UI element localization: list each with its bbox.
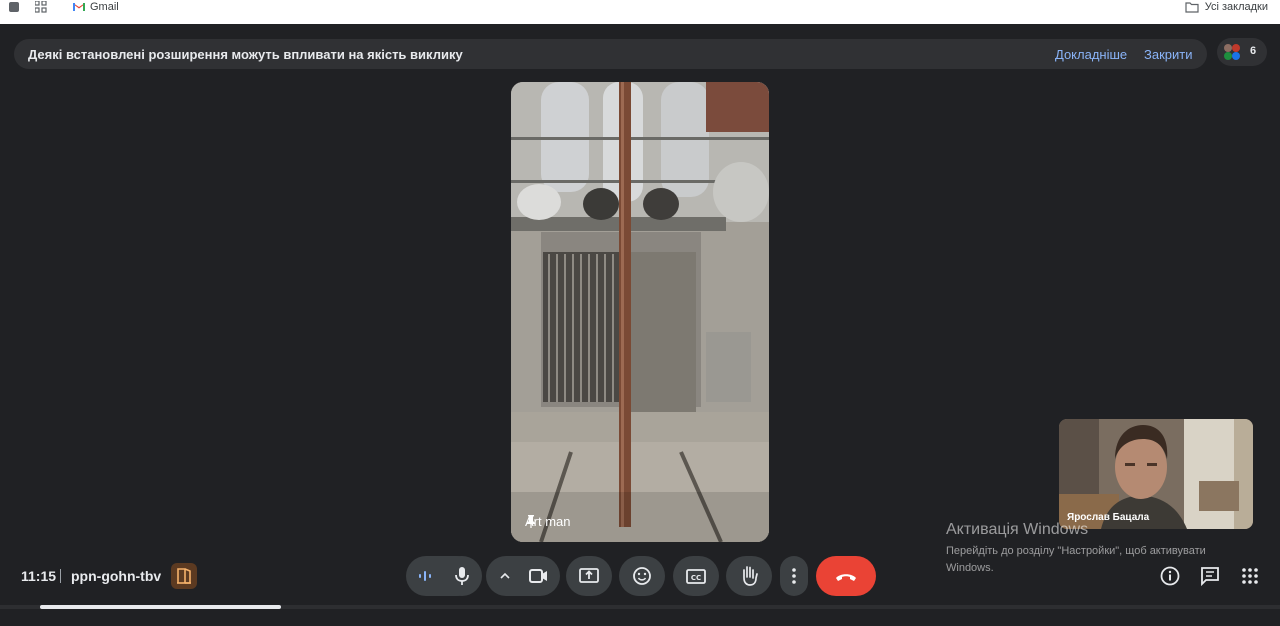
bottom-scroll-thumb[interactable] <box>40 605 281 609</box>
apps-grid-icon[interactable] <box>1239 565 1261 587</box>
microphone-control[interactable] <box>406 556 482 596</box>
mic-icon <box>455 567 469 585</box>
main-video-tile[interactable]: Art man <box>511 82 769 542</box>
extensions-warning-banner: Деякі встановлені розширення можуть впли… <box>14 39 1207 69</box>
raise-hand-button[interactable] <box>726 556 772 596</box>
captions-button[interactable]: CC <box>673 556 719 596</box>
gmail-icon <box>73 3 85 11</box>
more-vertical-icon <box>792 568 796 584</box>
present-screen-icon <box>579 568 599 583</box>
tab-square-icon[interactable] <box>9 2 19 12</box>
host-door-icon <box>177 568 191 584</box>
camera-control[interactable] <box>486 556 560 596</box>
meeting-code[interactable]: ppn-gohn-tbv <box>71 568 161 584</box>
pin-icon[interactable] <box>525 514 537 528</box>
reactions-button[interactable] <box>619 556 665 596</box>
info-icon[interactable] <box>1159 565 1181 587</box>
main-video-name: Art man <box>525 514 571 529</box>
participant-avatars-icon <box>1224 44 1240 60</box>
bookmark-gmail[interactable]: Gmail <box>73 0 119 13</box>
windows-activation-title: Активація Windows <box>946 521 1089 538</box>
chat-icon[interactable] <box>1199 565 1221 587</box>
apps-icon[interactable] <box>35 1 47 13</box>
host-controls-button[interactable] <box>171 563 197 589</box>
camera-icon <box>500 569 547 583</box>
all-bookmarks-label: Усі закладки <box>1204 1 1268 13</box>
meeting-info-divider <box>60 569 61 583</box>
hand-icon <box>743 566 758 586</box>
more-options-button[interactable] <box>780 556 808 596</box>
learn-more-link[interactable]: Докладніше <box>1055 47 1127 62</box>
svg-text:CC: CC <box>691 574 701 582</box>
video-frame <box>511 82 769 542</box>
bookmarks-bar: Gmail Усі закладки <box>0 0 1280 24</box>
meeting-time: 11:15 <box>21 568 57 584</box>
bookmark-gmail-label: Gmail <box>90 0 119 13</box>
participants-button[interactable]: 6 <box>1217 38 1267 66</box>
audio-level-icon <box>419 571 431 581</box>
self-view-tile[interactable]: Ярослав Бацала <box>1059 419 1253 529</box>
banner-message: Деякі встановлені розширення можуть впли… <box>28 47 463 62</box>
folder-icon <box>1185 1 1199 13</box>
closed-captions-icon: CC <box>686 569 706 584</box>
emoji-icon <box>633 567 651 585</box>
mic-button[interactable] <box>442 556 482 596</box>
leave-call-button[interactable] <box>816 556 876 596</box>
end-call-icon <box>836 574 856 581</box>
participant-count: 6 <box>1250 45 1257 57</box>
present-screen-button[interactable] <box>566 556 612 596</box>
close-banner-button[interactable]: Закрити <box>1144 47 1192 62</box>
all-bookmarks[interactable]: Усі закладки <box>1185 0 1268 14</box>
